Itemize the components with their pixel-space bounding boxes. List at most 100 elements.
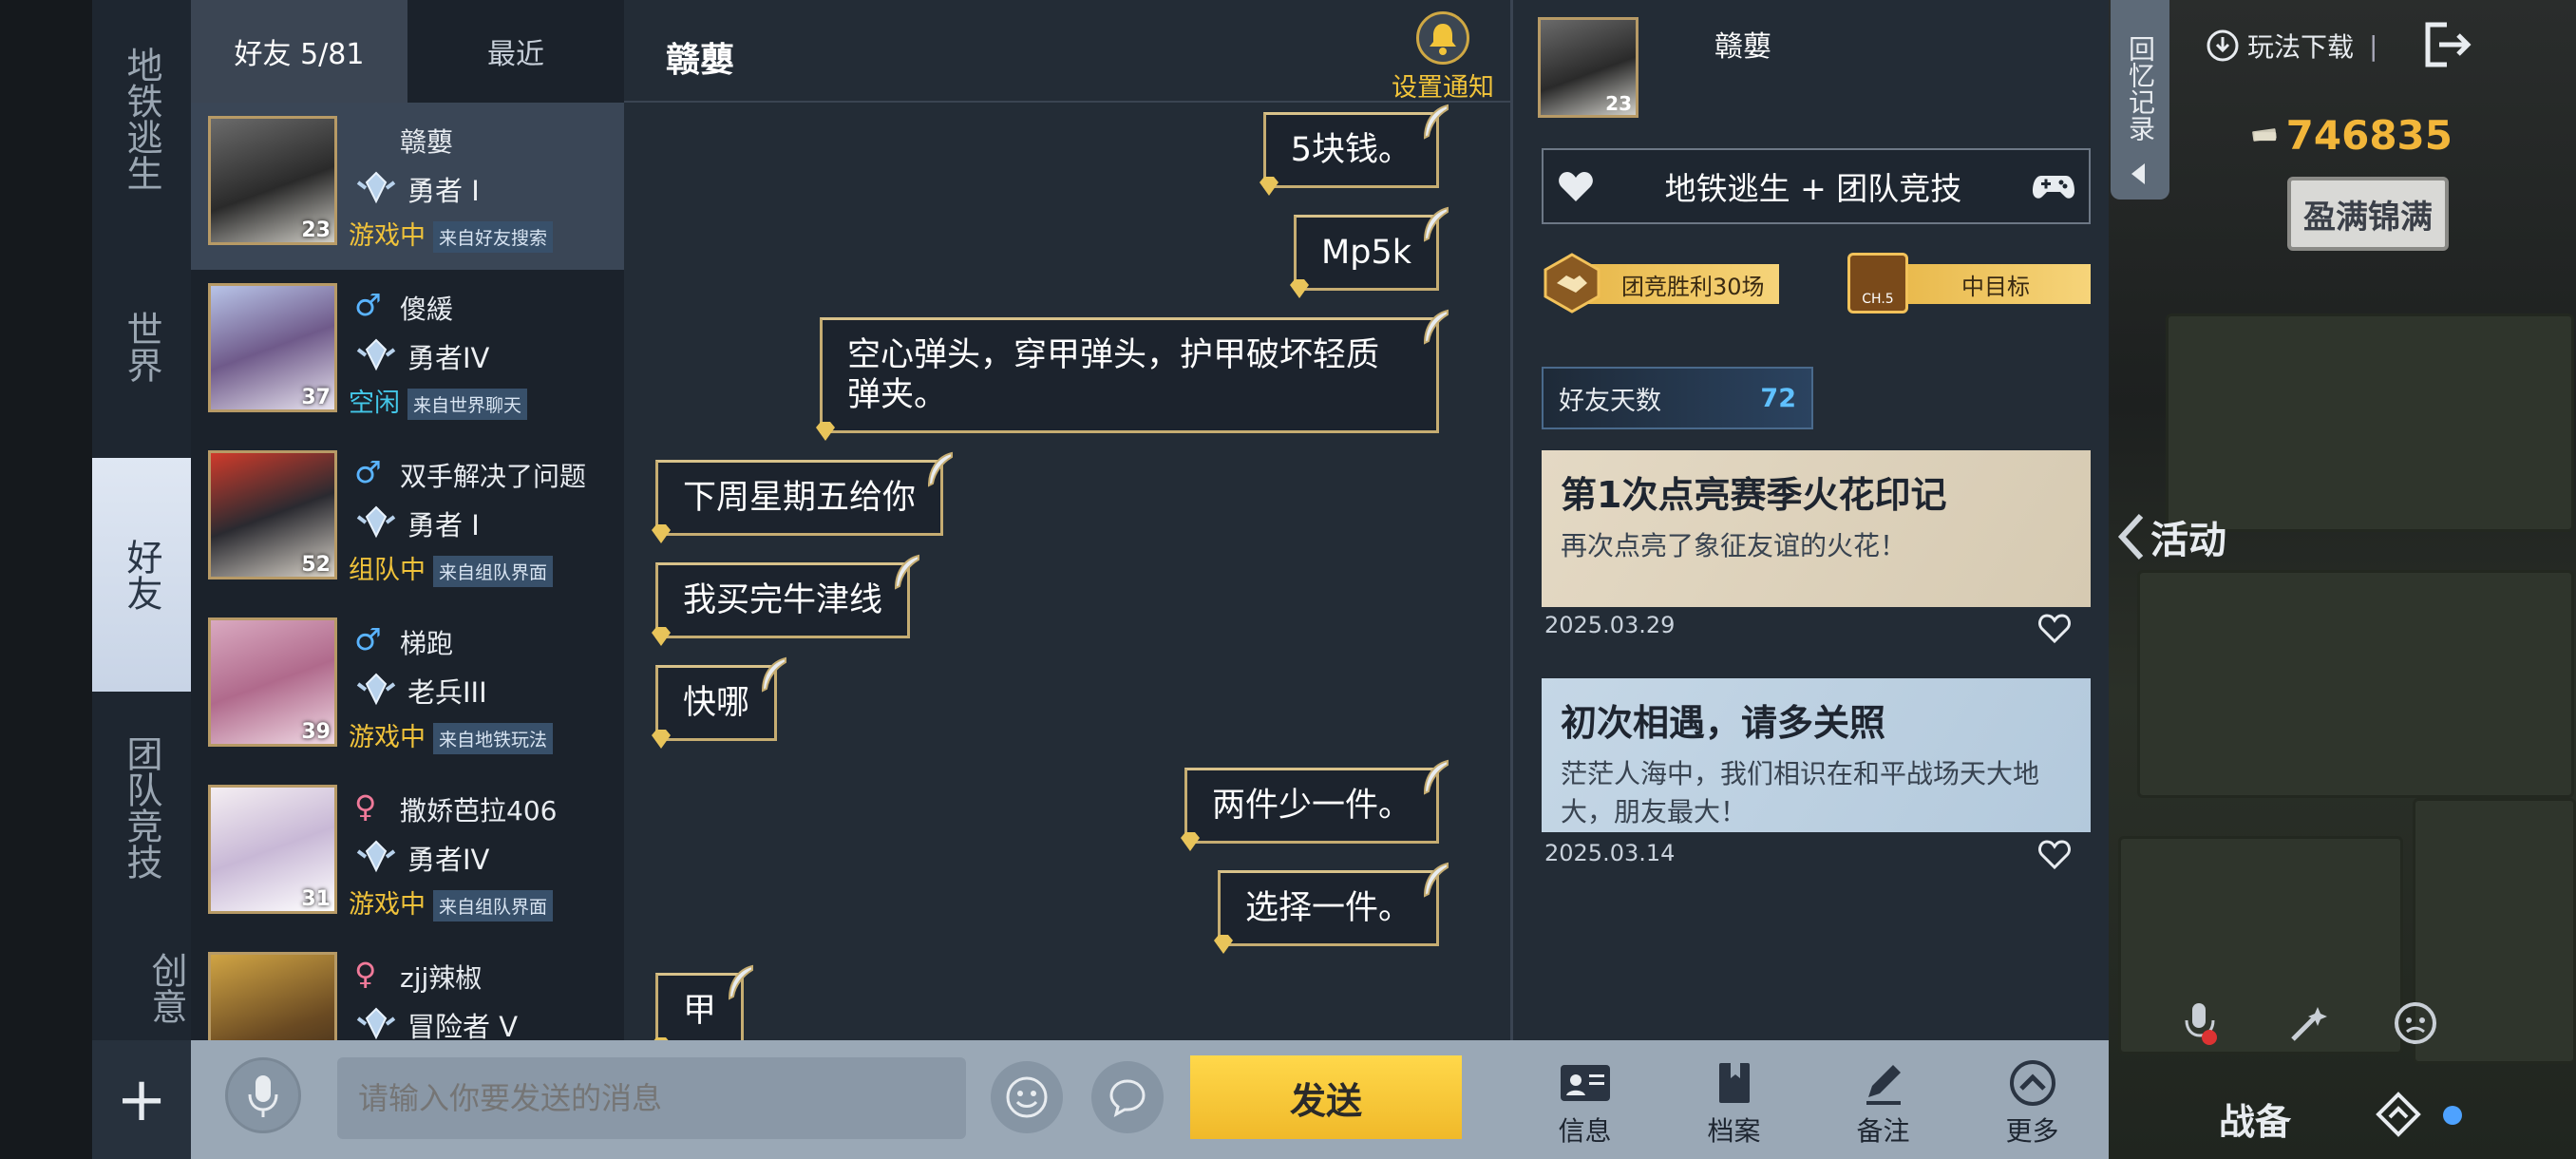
rank-icon — [356, 171, 396, 204]
game-modes-bar: 地铁逃生 + 团队竞技 — [1542, 148, 2091, 224]
friend-row[interactable]: 39 ♂ 梯跑 老兵III 游戏中 来自地铁玩法 — [191, 604, 624, 771]
voice-button[interactable] — [225, 1057, 301, 1133]
friend-name: 傻緩 — [400, 294, 454, 325]
notify-settings-button[interactable]: 设置通知 — [1382, 11, 1504, 103]
tab-note-label: 备注 — [1856, 1115, 1910, 1147]
mic-off-icon[interactable] — [2181, 999, 2219, 1047]
profile-name: 赣蘡 — [1714, 30, 1771, 64]
chat-bubble-right[interactable]: 5块钱。 — [1259, 104, 1449, 196]
category-friends[interactable]: 好友 — [92, 458, 191, 692]
memory-card-spark[interactable]: 第1次点亮赛季火花印记 再次点亮了象征友谊的火花！ — [1542, 450, 2091, 607]
download-label: 玩法下载 — [2247, 31, 2355, 63]
friend-status-text: 游戏中 — [349, 723, 426, 752]
friend-rank: 勇者 I — [407, 509, 480, 542]
download-icon — [2207, 29, 2239, 62]
category-world-label: 世界 — [121, 311, 162, 383]
chat-bubble-left[interactable]: 甲 — [652, 964, 754, 1056]
message-text: 下周星期五给你 — [683, 479, 917, 517]
category-world[interactable]: 世界 — [92, 285, 191, 408]
input-bar: 发送 — [191, 1040, 1510, 1159]
gem-icon — [652, 627, 671, 646]
friend-row[interactable]: 52 ♂ 双手解决了问题 勇者 I 组队中 来自组队界面 — [191, 437, 624, 604]
tab-friends[interactable]: 好友 5/81 — [191, 0, 407, 103]
message-text: 我买完牛津线 — [683, 581, 883, 619]
tab-recent[interactable]: 最近 — [407, 0, 624, 103]
rank-icon — [356, 338, 396, 371]
tab-archive[interactable]: 档案 — [1659, 1040, 1809, 1159]
category-metro-label: 地铁逃生 — [121, 47, 162, 191]
friend-row[interactable]: 37 ♂ 傻緩 勇者IV 空闲 来自世界聊天 — [191, 270, 624, 437]
equip-tab[interactable]: 战备 — [2219, 1092, 2291, 1145]
add-button[interactable]: + — [92, 1040, 191, 1159]
chat-bubble-right[interactable]: 两件少一件。 — [1180, 759, 1449, 851]
download-link[interactable]: 玩法下载 | — [2206, 25, 2393, 66]
send-button[interactable]: 发送 — [1190, 1055, 1462, 1139]
chat-bubble-left[interactable]: 下周星期五给你 — [652, 451, 954, 543]
chat-bubble-right[interactable]: 空心弹头，穿甲弹头，护甲破坏轻质弹夹。 — [816, 309, 1449, 441]
friend-status-text: 空闲 — [349, 389, 400, 418]
badge-team-wins[interactable]: 团竞胜利30场 — [1542, 253, 1779, 314]
message-text: 快哪 — [683, 684, 750, 722]
nav-diamond-icon[interactable] — [2375, 1091, 2422, 1138]
exit-button[interactable] — [2418, 17, 2473, 72]
friend-row[interactable]: 23 赣蘡 勇者 I 游戏中 来自好友搜索 — [191, 103, 624, 270]
wand-icon[interactable] — [2287, 1003, 2329, 1045]
currency-display: 746835 — [2251, 106, 2453, 163]
memory-card-title: 第1次点亮赛季火花印记 — [1561, 474, 1947, 516]
gem-icon — [1259, 177, 1279, 196]
tab-more-label: 更多 — [2005, 1115, 2059, 1147]
friend-days-label: 好友天数 — [1559, 386, 1661, 416]
plus-icon: + — [116, 1064, 167, 1135]
memory-card-first-meet[interactable]: 初次相遇，请多关照 茫茫人海中，我们相识在和平战场天大地大，朋友最大！ — [1542, 678, 2091, 832]
message-text: 甲 — [683, 992, 717, 1030]
emoji-button[interactable] — [991, 1061, 1063, 1133]
message-input[interactable] — [337, 1057, 966, 1139]
tab-archive-label: 档案 — [1707, 1115, 1761, 1147]
memory-records-label: 回忆记录 — [2125, 35, 2156, 142]
chat-bubble-right[interactable]: 选择一件。 — [1213, 862, 1449, 954]
message-text: 5块钱。 — [1290, 131, 1411, 169]
event-logo-text: 盈满锦满 — [2303, 198, 2433, 237]
badge-target[interactable]: CH.5 中目标 — [1847, 253, 2091, 314]
quick-chat-button[interactable] — [1091, 1061, 1164, 1133]
category-team[interactable]: 团队竞技 — [92, 708, 191, 907]
friend-row[interactable]: ♀ zjj辣椒 冒险者 V — [191, 939, 624, 1040]
category-metro[interactable]: 地铁逃生 — [92, 19, 191, 218]
friend-row[interactable]: 31 ♀ 撒娇芭拉406 勇者IV 游戏中 来自组队界面 — [191, 771, 624, 939]
male-icon: ♂ — [354, 454, 382, 490]
male-icon: ♂ — [354, 287, 382, 323]
friend-status: 游戏中 来自好友搜索 — [349, 215, 554, 253]
friend-days-value: 72 — [1760, 383, 1796, 413]
event-logo[interactable]: 盈满锦满 — [2287, 177, 2449, 251]
profile-avatar[interactable]: 23 — [1538, 17, 1638, 118]
gem-icon — [652, 524, 671, 543]
feather-icon — [1423, 862, 1449, 898]
activity-button[interactable]: 活动 — [2112, 494, 2264, 580]
like-heart-icon[interactable] — [2037, 612, 2072, 644]
book-icon — [1718, 1063, 1750, 1103]
tab-note[interactable]: 备注 — [1809, 1040, 1958, 1159]
exit-icon — [2425, 22, 2472, 67]
male-icon: ♂ — [354, 621, 382, 657]
gem-icon — [652, 730, 671, 749]
chat-bubble-left[interactable]: 我买完牛津线 — [652, 554, 920, 646]
avatar: 52 — [208, 450, 337, 580]
feather-icon — [729, 964, 754, 1000]
like-heart-icon[interactable] — [2037, 838, 2072, 870]
friend-rank: 勇者 I — [407, 175, 480, 207]
gamepad-icon — [2033, 176, 2074, 199]
memory-records-tab[interactable]: 回忆记录 — [2111, 0, 2169, 200]
category-creative-label: 创意 — [145, 952, 187, 1024]
friend-status: 空闲 来自世界聊天 — [349, 382, 528, 420]
tab-more[interactable]: 更多 — [1958, 1040, 2107, 1159]
speech-bubble-icon — [1109, 1079, 1146, 1117]
category-creative[interactable]: 创意 — [92, 936, 191, 1040]
feather-icon — [1423, 104, 1449, 140]
tab-info[interactable]: 信息 — [1510, 1040, 1659, 1159]
smiley-icon — [1006, 1076, 1048, 1118]
emote-icon[interactable] — [2392, 999, 2439, 1047]
friend-days-box: 好友天数 72 — [1542, 367, 1813, 429]
chat-bubble-left[interactable]: 快哪 — [652, 656, 787, 749]
gem-icon — [816, 422, 835, 441]
chat-bubble-right[interactable]: Mp5k — [1290, 206, 1449, 298]
